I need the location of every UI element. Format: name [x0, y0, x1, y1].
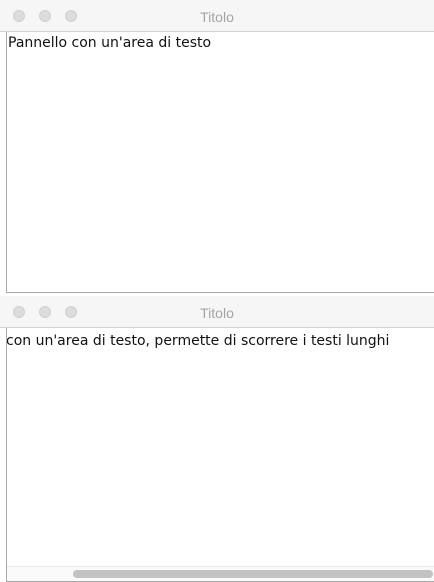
text-area-window: Titolo Pannello con un'area di testo [0, 0, 434, 293]
window-titlebar[interactable]: Titolo [0, 0, 434, 32]
text-area[interactable]: Pannello con un'area di testo [8, 35, 211, 52]
window-titlebar[interactable]: Titolo [0, 296, 434, 328]
window-title: Titolo [200, 305, 234, 321]
horizontal-scrollbar[interactable] [7, 566, 434, 581]
scrollbar-thumb[interactable] [73, 570, 433, 578]
window-title: Titolo [200, 9, 234, 25]
text-area[interactable]: con un'area di testo, permette di scorre… [7, 333, 389, 350]
scrollable-text-area-window: Titolo con un'area di testo, permette di… [0, 296, 434, 582]
text-area-panel: Pannello con un'area di testo [6, 32, 434, 293]
scroll-pane: con un'area di testo, permette di scorre… [6, 328, 434, 582]
